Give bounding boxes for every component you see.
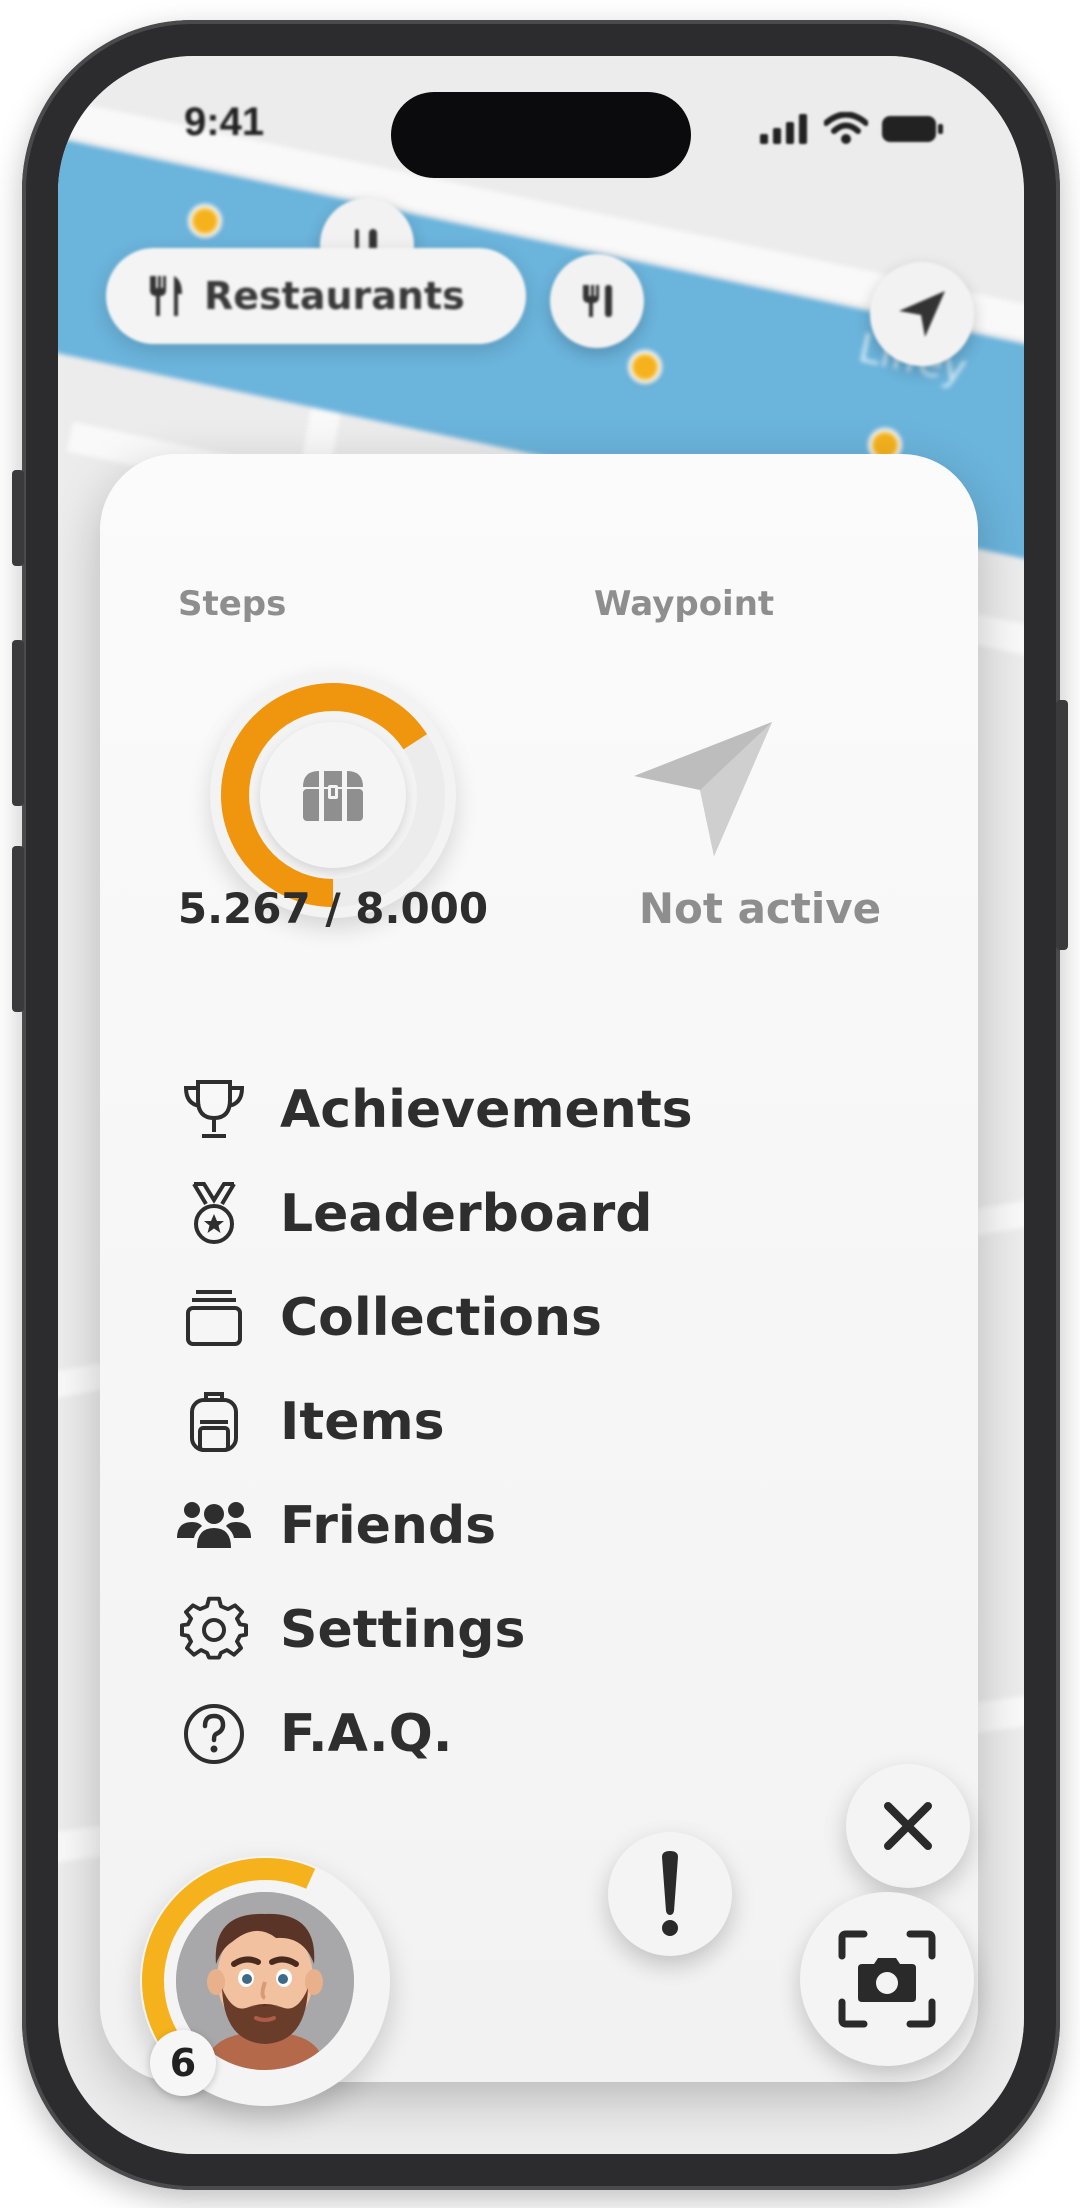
trophy-icon — [183, 1080, 245, 1138]
cellular-signal-icon — [760, 114, 807, 144]
status-bar: 9:41 — [58, 56, 1024, 196]
screen: Liffey 9:41 — [58, 56, 1024, 2154]
menu-item-label: Collections — [280, 1288, 603, 1348]
users-icon — [177, 1502, 251, 1548]
locate-me-button[interactable] — [870, 262, 974, 366]
menu-item-collections[interactable]: Collections — [174, 1266, 693, 1370]
menu-item-label: Items — [280, 1392, 445, 1452]
camera-scan-button[interactable] — [800, 1892, 974, 2066]
menu-item-leaderboard[interactable]: Leaderboard — [174, 1162, 693, 1266]
menu-item-label: Settings — [280, 1600, 526, 1660]
status-icons — [760, 112, 944, 144]
phone-mute-switch — [12, 470, 24, 566]
profile-avatar-button[interactable]: 6 — [140, 1856, 390, 2106]
menu-item-label: Friends — [280, 1496, 497, 1556]
steps-value: 5.267 / 8.000 — [177, 884, 489, 933]
menu-list: Achievements Leaderboard Collections Ite… — [174, 1058, 693, 1786]
menu-card: Steps Waypoint 5.267 / 8.000 Not active … — [100, 454, 978, 2106]
steps-progress-ring[interactable] — [210, 672, 456, 918]
camera-scan-icon — [838, 1930, 936, 2028]
restaurants-filter-chip[interactable]: Restaurants — [106, 248, 526, 344]
menu-item-label: F.A.Q. — [280, 1704, 453, 1764]
menu-item-label: Leaderboard — [280, 1184, 653, 1244]
battery-icon — [882, 116, 943, 142]
exclamation-icon — [662, 1851, 678, 1936]
dynamic-island — [391, 92, 691, 178]
steps-label: Steps — [178, 584, 287, 624]
close-button[interactable] — [846, 1764, 970, 1888]
backpack-icon — [190, 1392, 238, 1452]
status-time: 9:41 — [184, 100, 265, 144]
fork-knife-icon — [150, 276, 182, 316]
treasure-chest-icon — [303, 771, 363, 821]
phone-volume-down — [12, 846, 24, 1012]
stack-icon — [186, 1290, 242, 1346]
menu-item-label: Achievements — [280, 1080, 693, 1140]
waypoint-label: Waypoint — [594, 584, 775, 624]
menu-item-faq[interactable]: F.A.Q. — [174, 1682, 693, 1786]
level-badge: 6 — [150, 2030, 216, 2096]
waypoint-status: Not active — [638, 884, 882, 933]
menu-item-friends[interactable]: Friends — [174, 1474, 693, 1578]
fork-knife-icon — [583, 285, 612, 317]
menu-item-settings[interactable]: Settings — [174, 1578, 693, 1682]
menu-item-items[interactable]: Items — [174, 1370, 693, 1474]
menu-item-achievements[interactable]: Achievements — [174, 1058, 693, 1162]
medal-icon — [192, 1182, 236, 1244]
wifi-icon — [824, 112, 868, 144]
phone-volume-up — [12, 640, 24, 806]
restaurants-filter-label: Restaurants — [204, 274, 465, 318]
alert-button[interactable] — [608, 1832, 732, 1956]
location-arrow-icon — [899, 291, 945, 337]
navigation-arrow-icon[interactable] — [622, 712, 782, 862]
steps-ring-center — [260, 722, 406, 868]
phone-power-button — [1056, 700, 1068, 950]
gear-icon — [180, 1596, 248, 1660]
question-circle-icon — [184, 1704, 244, 1764]
close-icon — [884, 1802, 932, 1850]
map-restaurant-pin[interactable] — [550, 254, 644, 348]
